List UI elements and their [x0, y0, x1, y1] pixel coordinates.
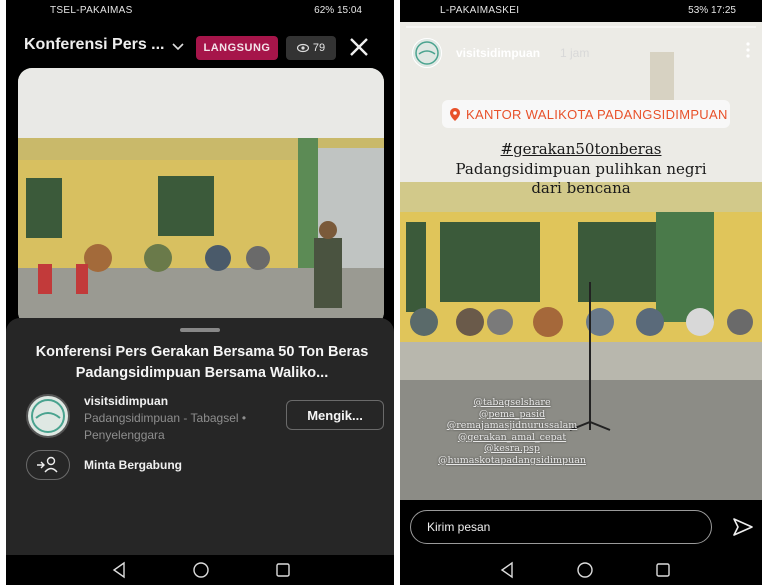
live-header: Konferensi Pers ... LANGSUNG 79 [6, 24, 394, 70]
account-subtitle: Padangsidimpuan - Tabagsel • Penyelengga… [84, 411, 247, 442]
following-button[interactable]: Mengik... [286, 400, 384, 430]
more-icon[interactable] [746, 42, 750, 58]
mention-tag[interactable]: @tabagselshare [412, 397, 612, 409]
story-media[interactable]: visitsidimpuan 1 jam KANTOR WALIKOTA PAD… [400, 22, 762, 500]
mention-tag[interactable]: @gerakan_amal_cepat [412, 432, 612, 444]
close-icon[interactable] [346, 34, 372, 60]
live-title[interactable]: Konferensi Pers ... [24, 36, 165, 54]
home-icon[interactable] [192, 561, 210, 579]
person-add-icon [26, 450, 70, 480]
request-join-label: Minta Bergabung [84, 458, 182, 472]
location-pin-icon [450, 107, 460, 121]
location-label: KANTOR WALIKOTA PADANGSIDIMPUAN [466, 106, 728, 122]
story-progress-bar [406, 26, 756, 28]
eye-icon [296, 43, 309, 53]
story-username[interactable]: visitsidimpuan [456, 46, 540, 60]
battery-time: 62% 15:04 [314, 5, 362, 16]
android-nav-bar [400, 555, 762, 585]
mention-list: @tabagselshare @pema_pasid @remajamasjid… [412, 397, 612, 466]
carrier-label: L-PAKAIMASKEI [440, 5, 520, 16]
instagram-story-screen: L-PAKAIMASKEI 53% 17:25 visitsidimpuan 1… [400, 0, 762, 585]
back-icon[interactable] [110, 561, 128, 579]
recents-icon[interactable] [274, 561, 292, 579]
send-message-input[interactable]: Kirim pesan [410, 510, 712, 544]
live-video-frame [18, 68, 384, 326]
recents-icon[interactable] [654, 561, 672, 579]
mention-tag[interactable]: @pema_pasid [412, 409, 612, 421]
avatar[interactable] [412, 38, 442, 68]
request-join-row[interactable]: Minta Bergabung [24, 450, 384, 484]
broadcast-info-sheet: Konferensi Pers Gerakan Bersama 50 Ton B… [6, 318, 394, 583]
live-badge: LANGSUNG [196, 36, 278, 60]
viewer-count[interactable]: 79 [286, 36, 336, 60]
status-bar: L-PAKAIMASKEI 53% 17:25 [400, 0, 762, 20]
sheet-drag-handle[interactable] [180, 328, 220, 332]
story-time: 1 jam [560, 46, 590, 60]
mention-tag[interactable]: @remajamasjidnurussalam [412, 420, 612, 432]
caption-line-1: Padangsidimpuan pulihkan negri [455, 160, 707, 178]
caption-line-2: dari bencana [531, 179, 631, 197]
avatar[interactable] [26, 394, 70, 438]
account-name[interactable]: visitsidimpuan [84, 394, 168, 408]
story-caption: Padangsidimpuan pulihkan negri dari benc… [400, 160, 762, 198]
host-account-row: visitsidimpuan Padangsidimpuan - Tabagse… [24, 394, 384, 448]
send-icon[interactable] [732, 516, 754, 538]
logo-icon [31, 399, 65, 433]
home-icon[interactable] [576, 561, 594, 579]
hashtag-sticker[interactable]: #gerakan50tonberas [400, 140, 762, 158]
carrier-label: TSEL-PAKAIMAS [50, 5, 133, 16]
location-sticker[interactable]: KANTOR WALIKOTA PADANGSIDIMPUAN [442, 100, 730, 128]
mention-tag[interactable]: @humaskotapadangsidimpuan [412, 455, 612, 467]
back-icon[interactable] [498, 561, 516, 579]
chevron-down-icon[interactable] [172, 40, 184, 52]
mention-tag[interactable]: @kesra.psp [412, 443, 612, 455]
instagram-live-screen: TSEL-PAKAIMAS 62% 15:04 Konferensi Pers … [6, 0, 394, 585]
status-bar: TSEL-PAKAIMAS 62% 15:04 [6, 0, 394, 20]
viewer-count-value: 79 [312, 42, 326, 54]
broadcast-title: Konferensi Pers Gerakan Bersama 50 Ton B… [35, 344, 369, 381]
logo-icon [415, 41, 439, 65]
android-nav-bar [6, 555, 394, 585]
battery-time: 53% 17:25 [688, 5, 736, 16]
